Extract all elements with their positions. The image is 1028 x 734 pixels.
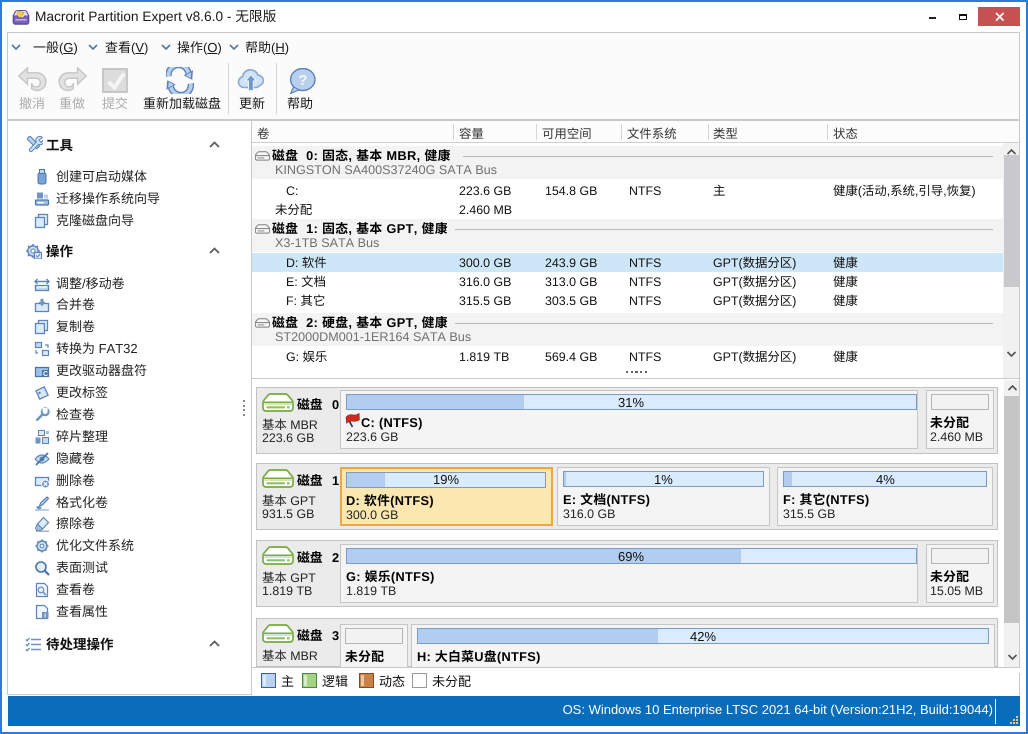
svg-text:?: ? xyxy=(298,72,307,89)
svg-text:C: C xyxy=(43,371,48,378)
svg-text:i: i xyxy=(44,613,46,620)
